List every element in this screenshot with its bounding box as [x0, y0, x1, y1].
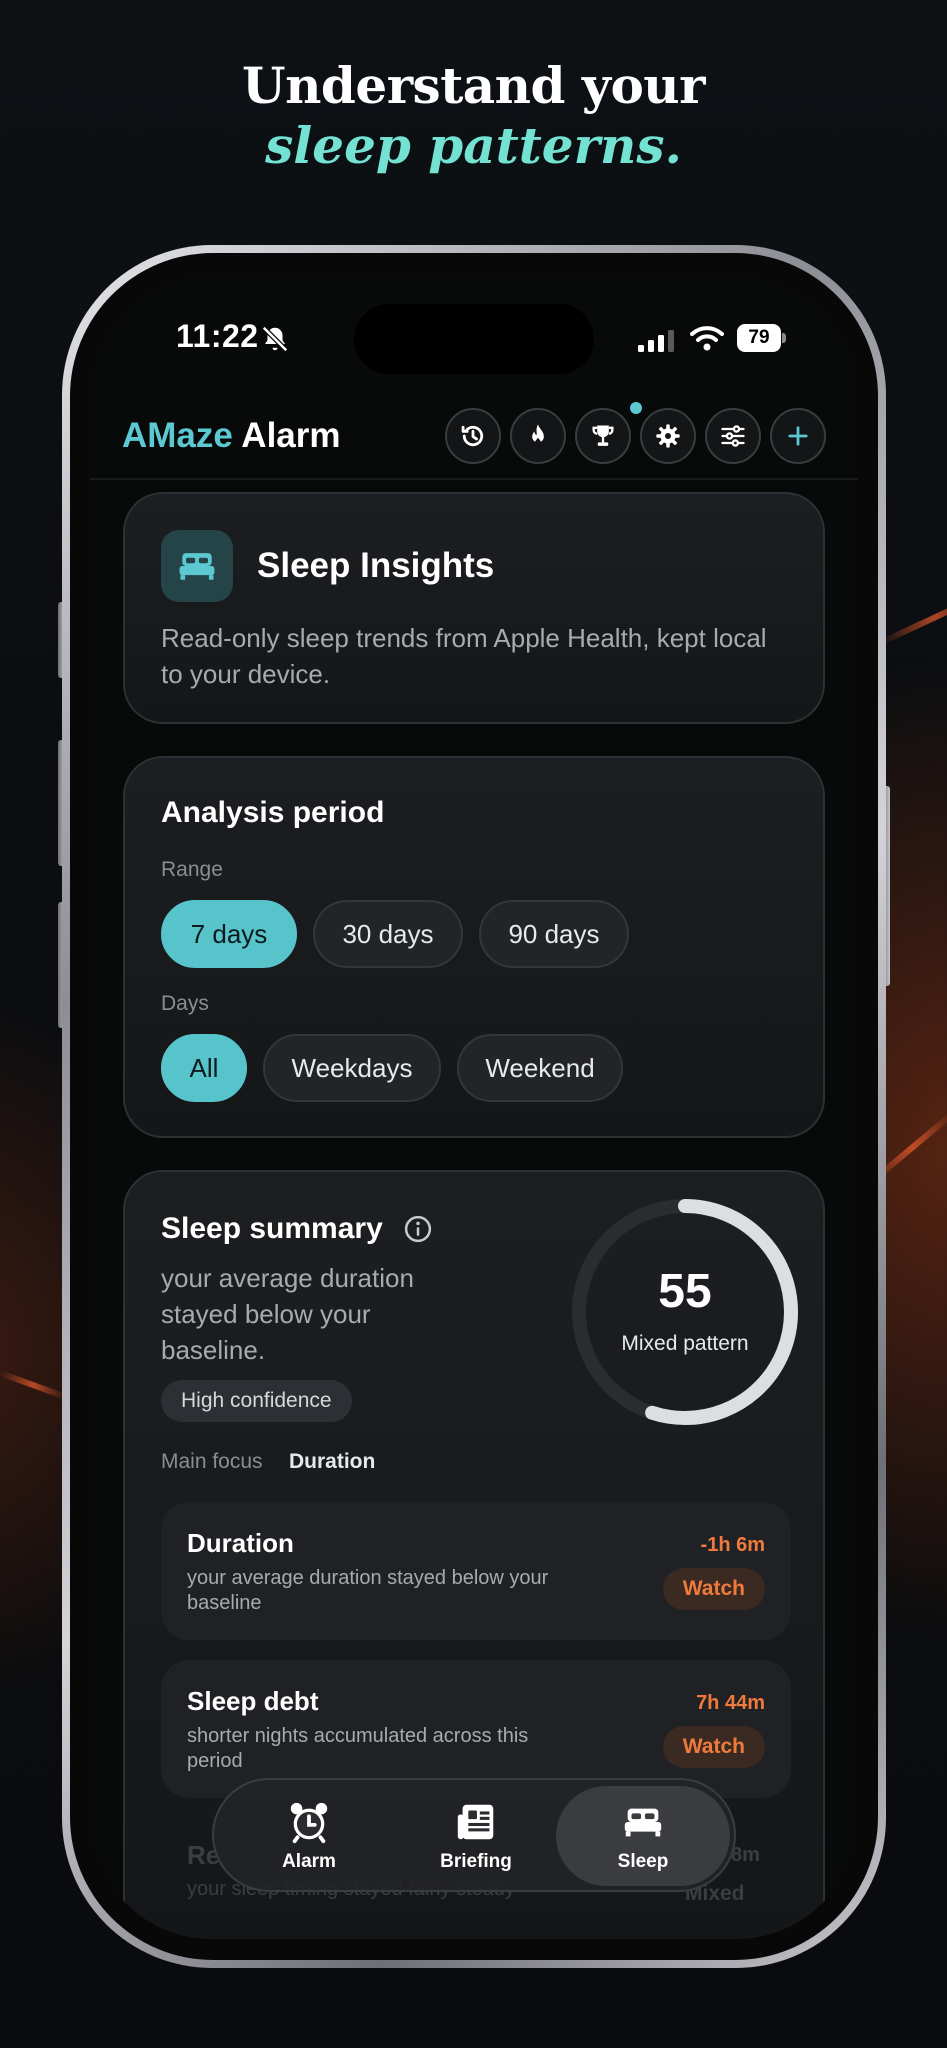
days-chip-weekend[interactable]: Weekend: [457, 1034, 623, 1102]
bottom-tab-bar: Alarm Briefing Sleep: [212, 1778, 736, 1892]
settings-button[interactable]: [640, 408, 696, 464]
achievements-button[interactable]: [575, 408, 631, 464]
insights-title: Sleep Insights: [257, 546, 495, 585]
metric-value: -1h 6m: [700, 1534, 765, 1556]
insights-icon-tile: [161, 530, 233, 602]
bed-icon: [624, 1808, 662, 1837]
headline-line-2: sleep patterns.: [265, 116, 682, 175]
range-chip-90-days[interactable]: 90 days: [479, 900, 629, 968]
history-icon: [461, 425, 484, 447]
metric-description: shorter nights accumulated across this p…: [187, 1725, 529, 1772]
newspaper-icon: [457, 1804, 494, 1840]
days-chip-weekdays[interactable]: Weekdays: [263, 1034, 441, 1102]
tab-briefing[interactable]: Briefing: [389, 1786, 563, 1886]
insights-description: Read-only sleep trends from Apple Health…: [161, 623, 767, 689]
status-time: 11:22: [176, 318, 259, 354]
range-chip-30-days[interactable]: 30 days: [313, 900, 463, 968]
background-ember-streak: [0, 1370, 67, 1400]
sliders-icon: [721, 425, 745, 447]
battery-icon: 79: [737, 324, 787, 352]
bell-slash-icon: [261, 325, 289, 353]
tab-label: Alarm: [282, 1851, 336, 1872]
metric-value-partial: 8m: [731, 1844, 760, 1866]
header-divider: [90, 478, 858, 480]
sleep-score-value: 55: [658, 1265, 712, 1318]
trophy-icon: [592, 425, 614, 446]
tab-alarm[interactable]: Alarm: [222, 1786, 396, 1886]
sleep-insights-card: Sleep Insights Read-only sleep trends fr…: [123, 492, 825, 724]
analysis-period-title: Analysis period: [161, 796, 385, 829]
metric-description: your average duration stayed below your …: [187, 1567, 549, 1614]
marketing-headline: Understand your sleep patterns.: [0, 56, 947, 176]
tab-label: Sleep: [617, 1851, 669, 1872]
dynamic-island: [354, 304, 594, 374]
phone-screen: 11:22 79 AMaze Alarm Sleep Insights Read…: [90, 274, 858, 1939]
streak-flame-icon: [532, 424, 544, 446]
plus-icon: [788, 426, 808, 446]
sleep-summary-description: your average duration stayed below your …: [161, 1263, 414, 1365]
history-button[interactable]: [445, 408, 501, 464]
confidence-badge: High confidence: [161, 1380, 352, 1422]
metric-status-badge: Watch: [662, 1568, 765, 1610]
metric-value: 7h 44m: [696, 1692, 765, 1714]
notification-dot: [630, 402, 642, 414]
days-label: Days: [161, 992, 209, 1015]
sleep-score-label: Mixed pattern: [621, 1332, 749, 1355]
main-focus-value: Duration: [289, 1450, 376, 1473]
metric-name: Duration: [187, 1528, 294, 1558]
sleep-summary-title: Sleep summary: [161, 1212, 383, 1245]
add-button[interactable]: [770, 408, 826, 464]
headline-line-1: Understand your: [241, 56, 706, 115]
alarm-clock-icon: [290, 1802, 328, 1844]
cellular-signal-icon: [638, 330, 674, 352]
app-title-accent: AMaze: [122, 416, 233, 455]
metric-name: Sleep debt: [187, 1686, 319, 1716]
tab-label: Briefing: [440, 1851, 512, 1872]
main-focus-label: Main focus: [161, 1450, 263, 1473]
range-chip-7-days[interactable]: 7 days: [161, 900, 297, 968]
bed-icon: [179, 553, 215, 580]
tab-sleep[interactable]: Sleep: [556, 1786, 730, 1886]
metric-status-badge: Watch: [662, 1726, 765, 1768]
battery-level: 79: [737, 324, 781, 352]
analysis-period-card: Analysis period Range 7 days 30 days 90 …: [123, 756, 825, 1138]
app-title: AMaze Alarm: [122, 416, 341, 456]
wifi-icon: [690, 326, 724, 351]
background-ember-streak: [878, 589, 947, 646]
streak-button[interactable]: [510, 408, 566, 464]
filters-button[interactable]: [705, 408, 761, 464]
app-title-rest: Alarm: [232, 416, 341, 455]
info-icon[interactable]: [403, 1214, 433, 1244]
gear-icon: [656, 424, 680, 448]
days-chip-all[interactable]: All: [161, 1034, 247, 1102]
metric-card-duration[interactable]: Duration your average duration stayed be…: [161, 1502, 791, 1640]
range-label: Range: [161, 858, 223, 881]
